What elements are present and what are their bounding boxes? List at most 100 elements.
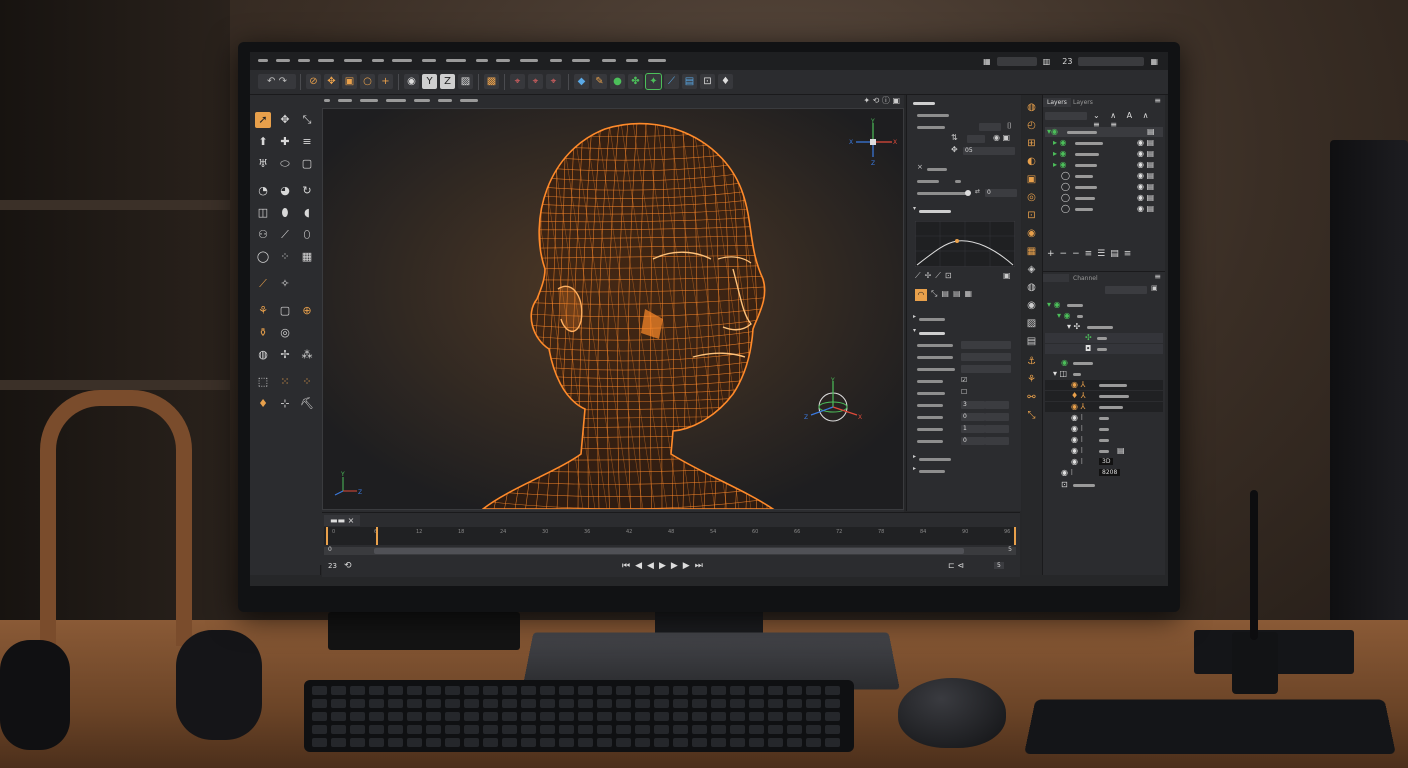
scene-icon[interactable]: ◍ (1025, 101, 1038, 114)
z-icon[interactable]: Z (440, 74, 455, 89)
brush-icon[interactable]: ⟋ (277, 227, 293, 243)
globe-icon[interactable]: ◎ (277, 325, 293, 341)
arrow-up-icon[interactable]: ⬆ (255, 134, 271, 150)
spinner-field[interactable] (985, 425, 1009, 433)
display-icon[interactable]: ▣ (1025, 173, 1038, 186)
drop-icon[interactable]: ◖ (299, 205, 315, 221)
eye-icon[interactable]: ◉ ▤ (1137, 193, 1154, 203)
camera-icon[interactable]: ◉ (1025, 227, 1038, 240)
curve-icon[interactable]: ⤡ (1025, 409, 1038, 422)
square-icon[interactable]: ▢ (277, 303, 293, 319)
deform-icon[interactable]: ⚘ (1025, 373, 1038, 386)
bend-icon[interactable]: ⚱ (255, 325, 271, 341)
eye-icon[interactable]: ◉ ▤ (1137, 149, 1154, 159)
move-icon[interactable]: ✥ (324, 74, 339, 89)
list-icon[interactable]: ▤ (1117, 446, 1125, 456)
transform-gizmo[interactable]: Y X Z (803, 377, 865, 435)
sphere-icon[interactable]: ◍ (255, 347, 271, 363)
tree-row[interactable]: ◉ ⅄ (1045, 380, 1163, 390)
dots-icon[interactable]: ⁘ (277, 249, 293, 265)
sculpt-icon[interactable]: ✎ (592, 74, 607, 89)
layer-row[interactable]: ◯ ◉ ▤ (1045, 182, 1163, 192)
timeline-tab[interactable]: ▬▬ × (324, 515, 361, 526)
tree-row[interactable]: ◉ ⁝ 8208 (1045, 468, 1163, 478)
points-icon[interactable]: ⁙ (277, 374, 293, 390)
tree-row[interactable]: ⊡ (1045, 480, 1163, 490)
range-handle[interactable] (374, 548, 964, 554)
tab-layers[interactable]: Layers (1043, 98, 1071, 107)
range-start-field[interactable]: 0 (328, 546, 332, 553)
key-frame-icon[interactable]: ⌖ (528, 74, 543, 89)
menu-item[interactable] (572, 59, 590, 62)
gauge-icon[interactable]: ◔ (255, 183, 271, 199)
menu-item[interactable] (298, 59, 310, 62)
joint-icon[interactable]: ✢ (277, 347, 293, 363)
pin-icon[interactable]: ▣ (1003, 271, 1011, 280)
scatter-icon[interactable]: ⁂ (299, 347, 315, 363)
tab-channel[interactable]: Channel (1069, 274, 1102, 283)
calendar-icon[interactable]: ▤ (1025, 335, 1038, 348)
fps-field[interactable]: 5 (994, 562, 1004, 569)
spinner-field[interactable] (985, 401, 1009, 409)
filter-icon[interactable]: ▣ (1151, 284, 1158, 292)
tree-value[interactable]: 8208 (1099, 469, 1121, 476)
range-end-field[interactable]: 5 (1008, 546, 1012, 553)
bulb-icon[interactable]: ♦ (718, 74, 733, 89)
3d-viewport[interactable]: Y X X Z Y X Z Y Z (322, 108, 904, 510)
layer-row[interactable]: ◯ ◉ ▤ (1045, 204, 1163, 214)
gauge-icon[interactable]: ◕ (277, 183, 293, 199)
visibility-icon[interactable]: ▤ (1147, 127, 1155, 137)
cube-icon[interactable]: ◆ (574, 74, 589, 89)
grid-icon[interactable]: ▦ (1025, 245, 1038, 258)
menu-item[interactable] (476, 59, 488, 62)
node-icon[interactable]: ✤ (628, 74, 643, 89)
spinner-field[interactable]: 0 (961, 413, 985, 421)
tree-row[interactable]: ◉ ⁝ ▤ (1045, 446, 1163, 456)
scale-icon[interactable]: ⤡ (299, 112, 315, 128)
layer-row[interactable]: ▾◉ ▤ (1045, 127, 1163, 137)
render-icon[interactable]: ▩ (484, 74, 499, 89)
lines-icon[interactable]: ≡ (299, 134, 315, 150)
circle-icon[interactable]: ◯ (255, 249, 271, 265)
attr-section[interactable]: ▸ (913, 465, 1017, 475)
undo-redo-button[interactable]: ↶ ↷ (258, 74, 296, 89)
layer-filter[interactable] (1045, 112, 1087, 120)
arrow-icon[interactable]: ⇄ (975, 188, 980, 195)
pin-icon[interactable]: ✧ (277, 276, 293, 292)
shading-menu[interactable] (360, 99, 378, 102)
menu-item[interactable] (626, 59, 638, 62)
globe-icon[interactable]: ◍ (1025, 281, 1038, 294)
picture-icon[interactable]: ▨ (458, 74, 473, 89)
viewport-controls-icon[interactable]: ✦ ⟲ ⓘ ▣ (863, 95, 900, 106)
renderer-menu[interactable] (438, 99, 452, 102)
slider-handle[interactable] (965, 190, 971, 196)
tag-icon[interactable]: Y (422, 74, 437, 89)
light-icon[interactable]: ✦ (645, 73, 662, 90)
box-icon[interactable]: ◫ (255, 205, 271, 221)
attr-number[interactable]: 0 (985, 189, 1017, 197)
image-icon[interactable]: ▨ (1025, 317, 1038, 330)
rig-icon[interactable]: ⚓ (1025, 355, 1038, 368)
menu-item[interactable] (496, 59, 510, 62)
collapse-icon[interactable]: ▾ (913, 327, 916, 334)
lighting-menu[interactable] (386, 99, 406, 102)
knife-icon[interactable]: ⟋ (255, 276, 271, 292)
material-icon[interactable]: ◈ (1025, 263, 1038, 276)
deform-icon[interactable]: ⚘ (255, 303, 271, 319)
range-slider[interactable]: 0 5 (324, 546, 1016, 555)
expand-icon[interactable]: ▸ (913, 465, 916, 472)
square-icon[interactable]: ▢ (299, 156, 315, 172)
checkbox-checked[interactable]: ☑ (961, 376, 967, 384)
eye-icon[interactable]: ◉ ▤ (1137, 138, 1154, 148)
menu-item[interactable] (392, 59, 412, 62)
menu-item[interactable] (372, 59, 384, 62)
brush-icon[interactable]: ⟋ (664, 74, 679, 89)
toggle-icon[interactable]: ◉ ▣ (993, 133, 1010, 142)
move-icon[interactable]: ✥ (277, 112, 293, 128)
spinner-field[interactable]: 0 (961, 437, 985, 445)
spinner-field[interactable]: 3 (961, 401, 985, 409)
tree-row[interactable]: ▾ ◫ (1045, 369, 1163, 379)
shape-icon[interactable]: ⬮ (277, 205, 293, 221)
menu-item[interactable] (550, 59, 562, 62)
channel-search[interactable] (1105, 286, 1147, 294)
